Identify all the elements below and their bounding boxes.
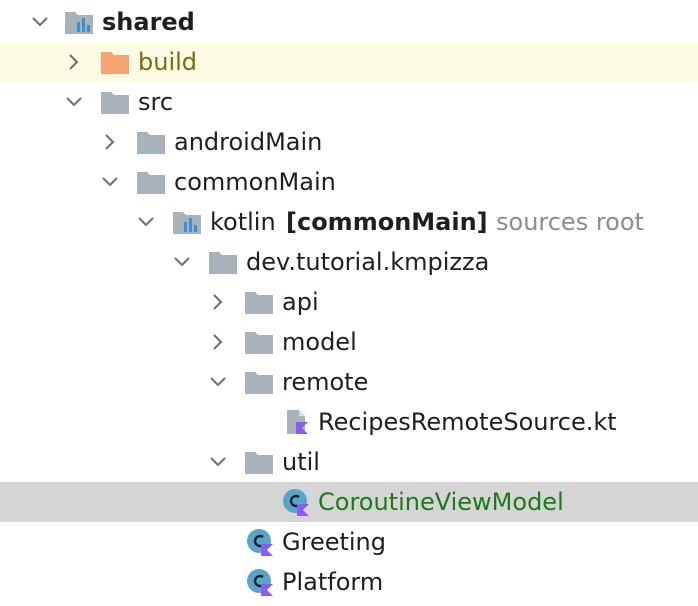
chevron-down-icon[interactable] (98, 170, 122, 194)
chevron-down-icon[interactable] (28, 10, 52, 34)
tree-row-model[interactable]: model (0, 322, 698, 362)
tree-label-build: build (138, 48, 198, 76)
folder-icon (245, 372, 273, 394)
excluded-folder-icon (101, 52, 129, 74)
kotlin-class-icon (247, 569, 273, 596)
folder-icon (137, 172, 165, 194)
project-tree: shared build src androidMain commonMain (0, 0, 698, 606)
tree-row-greeting[interactable]: Greeting (0, 522, 698, 562)
tree-row-package[interactable]: dev.tutorial.kmpizza (0, 242, 698, 282)
tree-row-shared[interactable]: shared (0, 2, 698, 42)
chevron-right-icon[interactable] (206, 290, 230, 314)
folder-icon (101, 92, 129, 114)
folder-icon (245, 452, 273, 474)
chevron-down-icon[interactable] (206, 450, 230, 474)
chevron-right-icon[interactable] (206, 330, 230, 354)
source-set-tag: [commonMain] (286, 208, 488, 236)
tree-row-build[interactable]: build (0, 42, 698, 82)
kotlin-file-icon (287, 410, 308, 434)
tree-label-commonmain: commonMain (174, 168, 336, 196)
tree-row-src[interactable]: src (0, 82, 698, 122)
tree-label-kotlin: kotlin (210, 208, 276, 236)
tree-label-coroutine-view-model: CoroutineViewModel (318, 488, 564, 516)
tree-row-api[interactable]: api (0, 282, 698, 322)
tree-label-util: util (282, 448, 320, 476)
tree-label-platform: Platform (282, 568, 384, 596)
tree-label-greeting: Greeting (282, 528, 386, 556)
chevron-down-icon[interactable] (62, 90, 86, 114)
tree-row-coroutine-view-model[interactable]: CoroutineViewModel (0, 482, 698, 522)
tree-label-src: src (138, 88, 174, 116)
tree-row-commonmain[interactable]: commonMain (0, 162, 698, 202)
source-root-folder-icon (173, 212, 201, 234)
package-folder-icon (209, 252, 237, 274)
chevron-down-icon[interactable] (170, 250, 194, 274)
tree-label-model: model (282, 328, 357, 356)
chevron-down-icon[interactable] (134, 210, 158, 234)
tree-row-kotlin[interactable]: kotlin [commonMain] sources root (0, 202, 698, 242)
tree-row-androidmain[interactable]: androidMain (0, 122, 698, 162)
tree-row-util[interactable]: util (0, 442, 698, 482)
tree-row-recipes-remote-source[interactable]: RecipesRemoteSource.kt (0, 402, 698, 442)
tree-label-api: api (282, 288, 319, 316)
tree-row-remote[interactable]: remote (0, 362, 698, 402)
tree-row-platform[interactable]: Platform (0, 562, 698, 602)
sources-root-note: sources root (496, 208, 644, 236)
folder-icon (245, 292, 273, 314)
tree-label-remote: remote (282, 368, 369, 396)
kotlin-class-icon (247, 529, 273, 556)
tree-label-androidmain: androidMain (174, 128, 323, 156)
tree-label-shared: shared (102, 8, 195, 36)
chevron-right-icon[interactable] (62, 50, 86, 74)
module-folder-icon (65, 12, 93, 34)
tree-label-package: dev.tutorial.kmpizza (246, 248, 490, 276)
chevron-right-icon[interactable] (98, 130, 122, 154)
folder-icon (137, 132, 165, 154)
kotlin-class-icon (283, 489, 309, 516)
chevron-down-icon[interactable] (206, 370, 230, 394)
tree-label-recipes-remote-source: RecipesRemoteSource.kt (318, 408, 617, 436)
folder-icon (245, 332, 273, 354)
